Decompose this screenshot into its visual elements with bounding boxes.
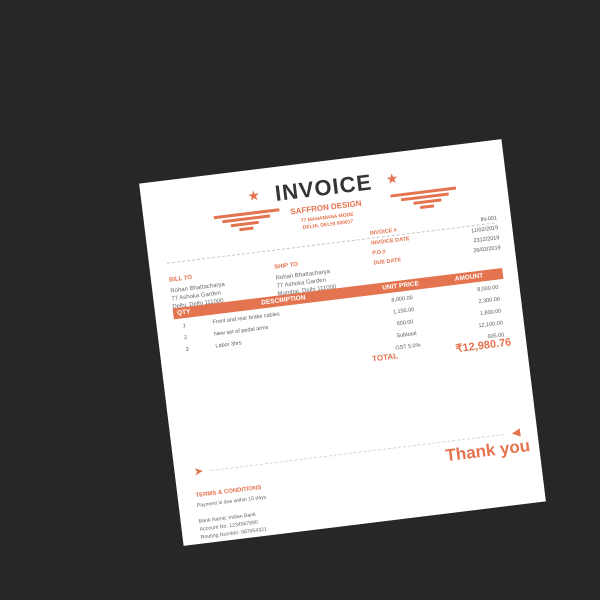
invoice-meta: INVOICE # IN-001 INVOICE DATE 11/02/2019… [369,213,501,268]
table-cell [181,372,209,375]
table-cell: 1 [182,322,187,330]
header-qty: QTY [176,308,191,317]
star-icon: ★ [385,171,400,187]
star-icon: ★ [247,188,261,204]
table-cell: 2 [183,334,188,342]
arrow-icon: ➤ [193,465,204,478]
total-label: TOTAL [371,350,399,363]
table-cell: 3 [185,346,190,354]
invoice-paper: ★ INVOICE ★ SAFFRON DESIGN 77 MANAMANA M… [139,139,546,546]
meta-key: DUE DATE [373,257,402,267]
meta-key: P.O.# [372,249,387,257]
table-cell [179,360,207,363]
invoice-screenshot: ★ INVOICE ★ SAFFRON DESIGN 77 MANAMANA M… [0,0,600,600]
meta-value: IN-001 [480,215,498,224]
meta-value: 26/02/2019 [472,245,502,255]
terms-and-conditions: TERMS & CONDITIONS Payment is due within… [195,473,360,542]
